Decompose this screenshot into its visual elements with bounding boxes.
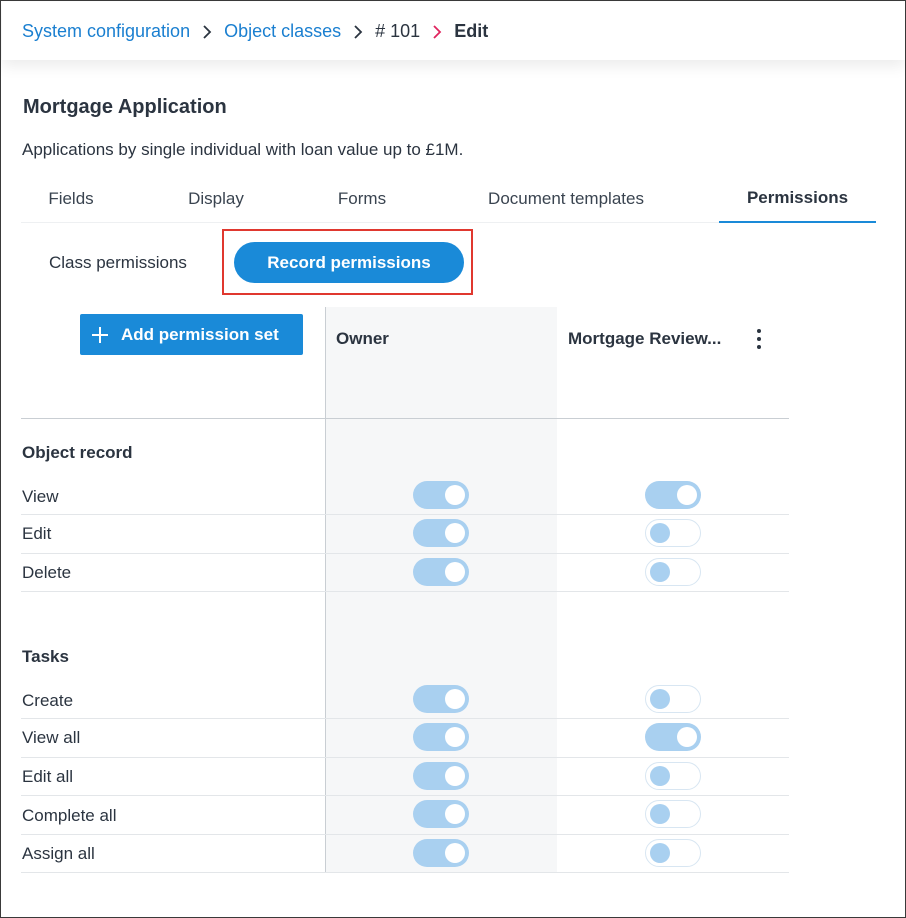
- row-label: View all: [22, 728, 81, 747]
- add-permission-set-label: Add permission set: [121, 324, 279, 344]
- breadcrumb-object-classes[interactable]: Object classes: [224, 21, 341, 42]
- kebab-menu-icon[interactable]: [752, 328, 766, 350]
- tab-fields[interactable]: Fields: [21, 175, 121, 223]
- add-permission-set-button[interactable]: Add permission set: [80, 314, 303, 355]
- reviewer-view-all-toggle[interactable]: [645, 723, 701, 751]
- owner-view-all-toggle[interactable]: [413, 723, 469, 751]
- breadcrumb: System configuration Object classes # 10…: [22, 21, 488, 42]
- permission-row: View all: [21, 719, 789, 758]
- plus-icon: [92, 326, 108, 343]
- reviewer-edit-all-toggle[interactable]: [645, 762, 701, 790]
- app-frame: System configuration Object classes # 10…: [0, 0, 906, 918]
- permission-row: Edit: [21, 515, 789, 554]
- permission-row: Assign all: [21, 835, 789, 873]
- row-label: Edit all: [22, 767, 74, 786]
- reviewer-delete-toggle[interactable]: [645, 558, 701, 586]
- permission-row: Edit all: [21, 758, 789, 796]
- reviewer-view-toggle[interactable]: [645, 481, 701, 509]
- page-title: Mortgage Application: [23, 96, 227, 118]
- page-description: Applications by single individual with l…: [22, 140, 464, 159]
- chevron-right-icon: [341, 22, 375, 42]
- permission-row: View: [21, 477, 789, 515]
- chevron-right-icon: [190, 22, 224, 42]
- reviewer-assign-all-toggle[interactable]: [645, 839, 701, 867]
- row-divider: [21, 591, 789, 592]
- owner-delete-toggle[interactable]: [413, 558, 469, 586]
- reviewer-edit-toggle[interactable]: [645, 519, 701, 547]
- row-label: View: [22, 487, 59, 506]
- tab-display[interactable]: Display: [161, 175, 271, 223]
- tab-permissions[interactable]: Permissions: [719, 175, 876, 223]
- permission-row: Complete all: [21, 796, 789, 835]
- row-label: Delete: [22, 563, 72, 582]
- owner-assign-all-toggle[interactable]: [413, 839, 469, 867]
- class-permissions-tab[interactable]: Class permissions: [49, 253, 187, 273]
- header-divider: [21, 418, 789, 419]
- record-permissions-tab[interactable]: Record permissions: [234, 242, 464, 283]
- row-label: Edit: [22, 524, 52, 543]
- row-divider: [21, 872, 789, 873]
- owner-create-toggle[interactable]: [413, 685, 469, 713]
- permission-row: Create: [21, 681, 789, 719]
- tab-bar: Fields Display Forms Document templates …: [21, 175, 876, 223]
- reviewer-complete-all-toggle[interactable]: [645, 800, 701, 828]
- owner-complete-all-toggle[interactable]: [413, 800, 469, 828]
- breadcrumb-bar: System configuration Object classes # 10…: [2, 2, 905, 60]
- row-label: Create: [22, 691, 74, 710]
- owner-edit-all-toggle[interactable]: [413, 762, 469, 790]
- permission-row: Delete: [21, 554, 789, 592]
- chevron-right-icon: [420, 22, 454, 42]
- breadcrumb-system-configuration[interactable]: System configuration: [22, 21, 190, 42]
- breadcrumb-current: Edit: [454, 21, 489, 41]
- tab-forms[interactable]: Forms: [311, 175, 413, 223]
- reviewer-create-toggle[interactable]: [645, 685, 701, 713]
- column-header-owner: Owner: [336, 329, 389, 348]
- owner-edit-toggle[interactable]: [413, 519, 469, 547]
- section-title-object-record: Object record: [22, 443, 133, 462]
- column-header-mortgage-reviewer: Mortgage Review...: [568, 329, 722, 348]
- row-label: Complete all: [22, 806, 117, 825]
- row-label: Assign all: [22, 844, 95, 863]
- breadcrumb-record-id: # 101: [375, 21, 421, 41]
- tab-document-templates[interactable]: Document templates: [461, 175, 671, 223]
- owner-view-toggle[interactable]: [413, 481, 469, 509]
- section-title-tasks: Tasks: [22, 647, 69, 666]
